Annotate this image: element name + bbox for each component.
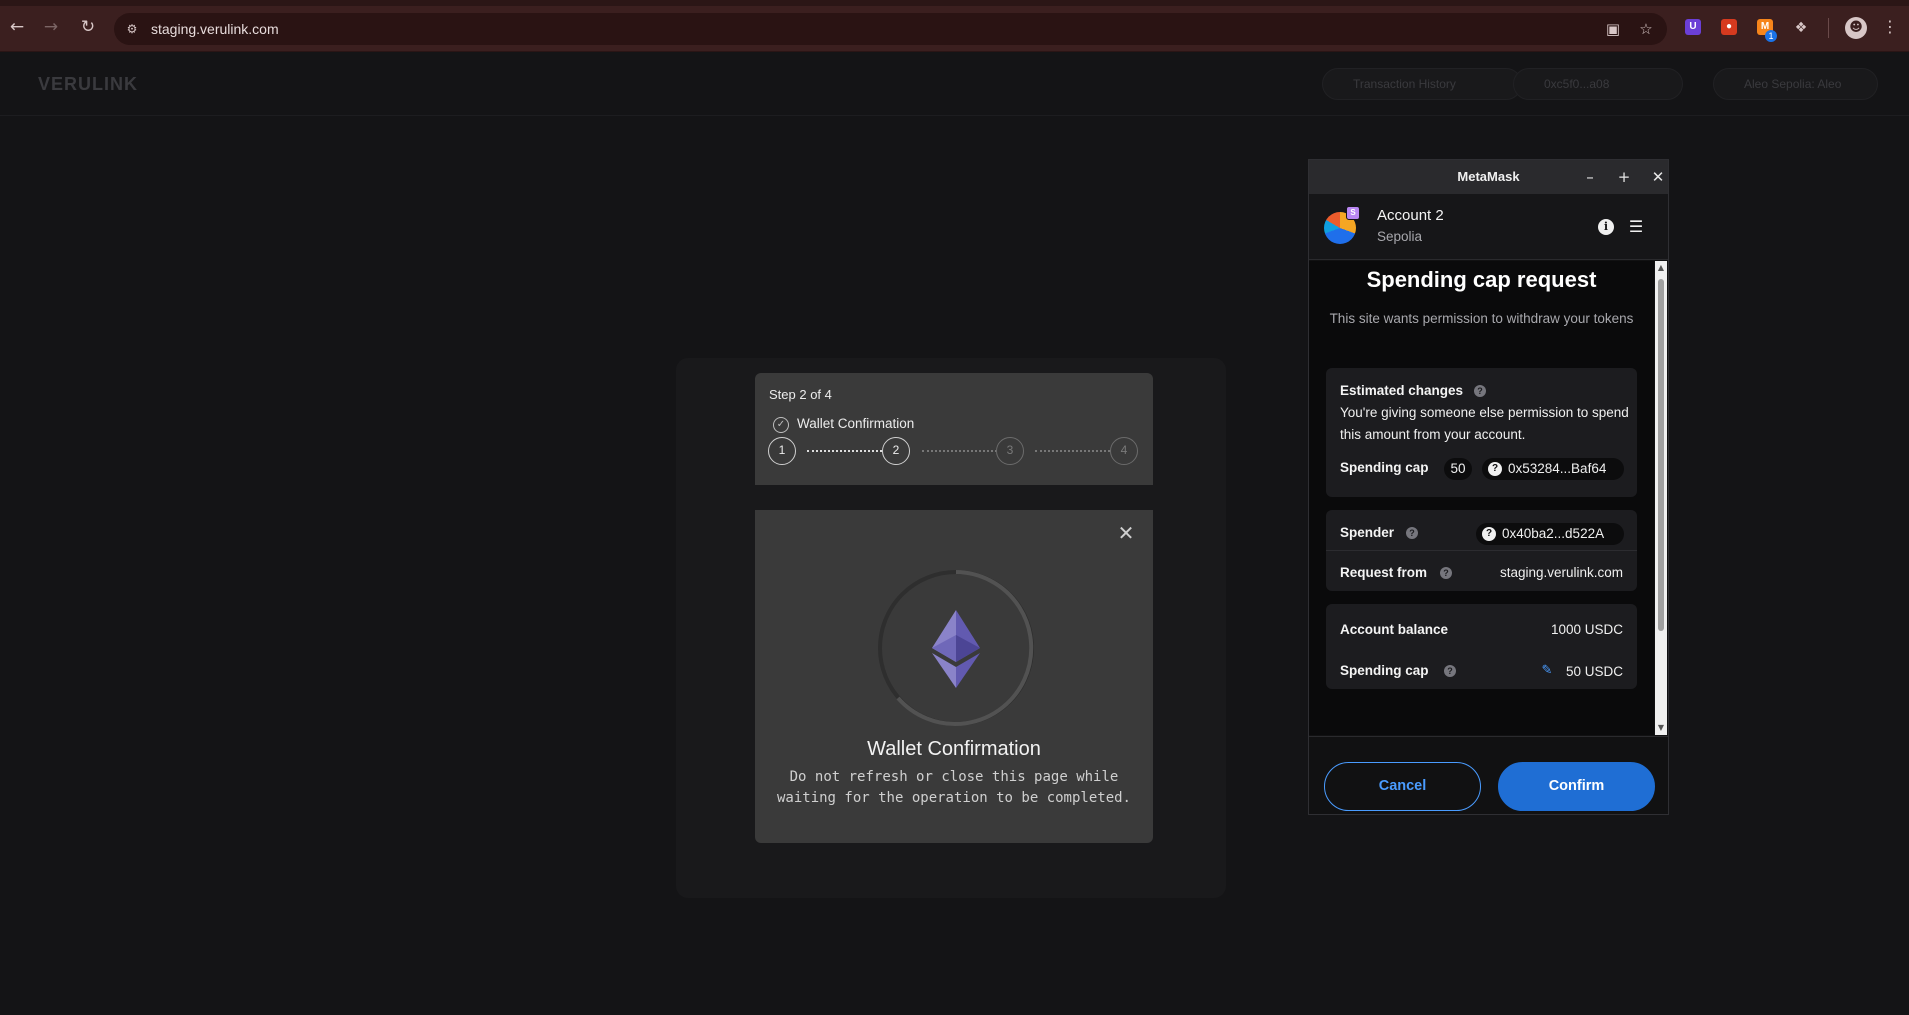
spending-cap-summary-label: Spending cap <box>1340 663 1429 678</box>
network-badge-icon: S <box>1346 206 1360 220</box>
extension-red-icon[interactable]: ● <box>1721 19 1737 35</box>
step-3: 3 <box>996 437 1024 465</box>
check-circle-icon: ✓ <box>773 417 789 433</box>
token-address: 0x53284...Baf64 <box>1508 461 1607 476</box>
scroll-up-icon[interactable]: ▲ <box>1655 263 1667 273</box>
extensions-puzzle-icon[interactable]: ❖ <box>1793 19 1809 35</box>
modal-title: Wallet Confirmation <box>867 738 1041 760</box>
transaction-history-pill: Transaction History <box>1322 68 1522 100</box>
help-icon[interactable]: ? <box>1440 567 1452 579</box>
estimated-changes-card: Estimated changes ? You're giving someon… <box>1326 368 1637 497</box>
divider <box>1326 550 1637 551</box>
spending-cap-label: Spending cap <box>1340 460 1429 475</box>
spender-label: Spender <box>1340 525 1395 540</box>
step-2: 2 <box>882 437 910 465</box>
site-settings-icon[interactable]: ⚙ <box>124 21 140 37</box>
back-icon[interactable]: ← <box>6 16 28 38</box>
step-connector-2 <box>922 450 997 452</box>
network-name: Sepolia <box>1377 229 1423 244</box>
close-icon[interactable]: ✕ <box>1117 523 1135 543</box>
confirmation-content: Spending cap request This site wants per… <box>1309 261 1654 735</box>
maximize-icon[interactable]: + <box>1616 168 1632 186</box>
modal-description: Do not refresh or close this page while … <box>776 769 1131 806</box>
site-header: VERULINK Transaction History 0xc5f0...a0… <box>0 52 1909 116</box>
bookmark-star-icon[interactable]: ☆ <box>1637 20 1655 38</box>
profile-avatar-icon[interactable]: ☻ <box>1845 17 1867 39</box>
window-title: MetaMask <box>1457 169 1520 184</box>
minimize-icon[interactable]: – <box>1582 168 1598 186</box>
reload-icon[interactable]: ↻ <box>77 16 99 38</box>
extension-purple-icon[interactable]: U <box>1685 19 1701 35</box>
spending-cap-amount: 50 <box>1444 458 1472 480</box>
ethereum-loading-spinner-icon <box>878 570 1034 726</box>
current-step-label: Wallet Confirmation <box>797 416 915 431</box>
browser-menu-icon[interactable]: ⋮ <box>1882 16 1898 38</box>
spender-address: 0x40ba2...d522A <box>1502 526 1605 541</box>
account-balance-label: Account balance <box>1340 622 1449 637</box>
extension-badge: 1 <box>1765 30 1777 42</box>
account-header: S Account 2 Sepolia i ☰ <box>1309 194 1668 260</box>
request-from-label: Request from <box>1340 565 1428 580</box>
tab-strip <box>0 0 1909 6</box>
action-footer: Cancel Confirm <box>1309 736 1668 814</box>
cancel-button[interactable]: Cancel <box>1324 762 1481 811</box>
wallet-confirmation-modal: ✕ Wallet Confirmation Do not refresh or … <box>755 510 1153 843</box>
help-icon[interactable]: ? <box>1406 527 1418 539</box>
step-4: 4 <box>1110 437 1138 465</box>
divider <box>1326 646 1637 647</box>
help-icon[interactable]: ? <box>1474 385 1486 397</box>
token-address-chip[interactable]: ? 0x53284...Baf64 <box>1482 458 1624 480</box>
step-connector-1 <box>807 450 882 452</box>
spending-cap-summary-value: 50 USDC <box>1565 664 1623 679</box>
scrollbar[interactable]: ▲ ▼ <box>1655 261 1667 735</box>
close-window-icon[interactable]: ✕ <box>1650 168 1666 186</box>
unknown-address-icon: ? <box>1482 527 1496 541</box>
edit-pencil-icon[interactable]: ✎ <box>1540 664 1554 678</box>
help-icon[interactable]: ? <box>1444 665 1456 677</box>
toolbar-divider <box>1828 18 1829 38</box>
page-subtitle: This site wants permission to withdraw y… <box>1329 311 1634 326</box>
unknown-token-icon: ? <box>1488 462 1502 476</box>
request-details-card: Spender ? ? 0x40ba2...d522A Request from… <box>1326 510 1637 591</box>
browser-toolbar: ← → ↻ ⚙ staging.verulink.com ▣ ☆ U ● M 1… <box>0 0 1909 52</box>
settings-sliders-icon[interactable]: ☰ <box>1627 217 1645 237</box>
balance-card: Account balance 1000 USDC Spending cap ?… <box>1326 604 1637 689</box>
address-bar[interactable]: ⚙ staging.verulink.com ▣ ☆ <box>114 13 1667 45</box>
account-name: Account 2 <box>1377 207 1444 224</box>
spender-address-chip[interactable]: ? 0x40ba2...d522A <box>1476 523 1624 545</box>
account-balance-value: 1000 USDC <box>1550 622 1623 637</box>
step-connector-3 <box>1035 450 1110 452</box>
url-text[interactable]: staging.verulink.com <box>151 21 279 37</box>
forward-icon[interactable]: → <box>40 16 62 38</box>
site-logo: VERULINK <box>38 74 139 94</box>
scroll-down-icon[interactable]: ▼ <box>1655 723 1667 733</box>
scrollbar-thumb[interactable] <box>1658 279 1664 631</box>
network-pill: Aleo Sepolia: Aleo <box>1713 68 1878 100</box>
metamask-popup: MetaMask – + ✕ S Account 2 Sepolia i ☰ S… <box>1308 159 1669 815</box>
step-tracker: Step 2 of 4 ✓ Wallet Confirmation 1 2 3 … <box>755 373 1153 485</box>
confirm-button[interactable]: Confirm <box>1498 762 1655 811</box>
info-icon[interactable]: i <box>1598 219 1614 235</box>
metamask-titlebar: MetaMask – + ✕ <box>1309 160 1668 194</box>
estimated-changes-text: You're giving someone else permission to… <box>1340 405 1629 442</box>
step-counter: Step 2 of 4 <box>769 387 832 402</box>
page-title: Spending cap request <box>1366 267 1597 292</box>
estimated-changes-label: Estimated changes <box>1340 383 1464 398</box>
request-from-value: staging.verulink.com <box>1499 565 1623 580</box>
install-app-icon[interactable]: ▣ <box>1604 20 1622 38</box>
wallet-address-pill: 0xc5f0...a08 <box>1513 68 1683 100</box>
step-1: 1 <box>768 437 796 465</box>
